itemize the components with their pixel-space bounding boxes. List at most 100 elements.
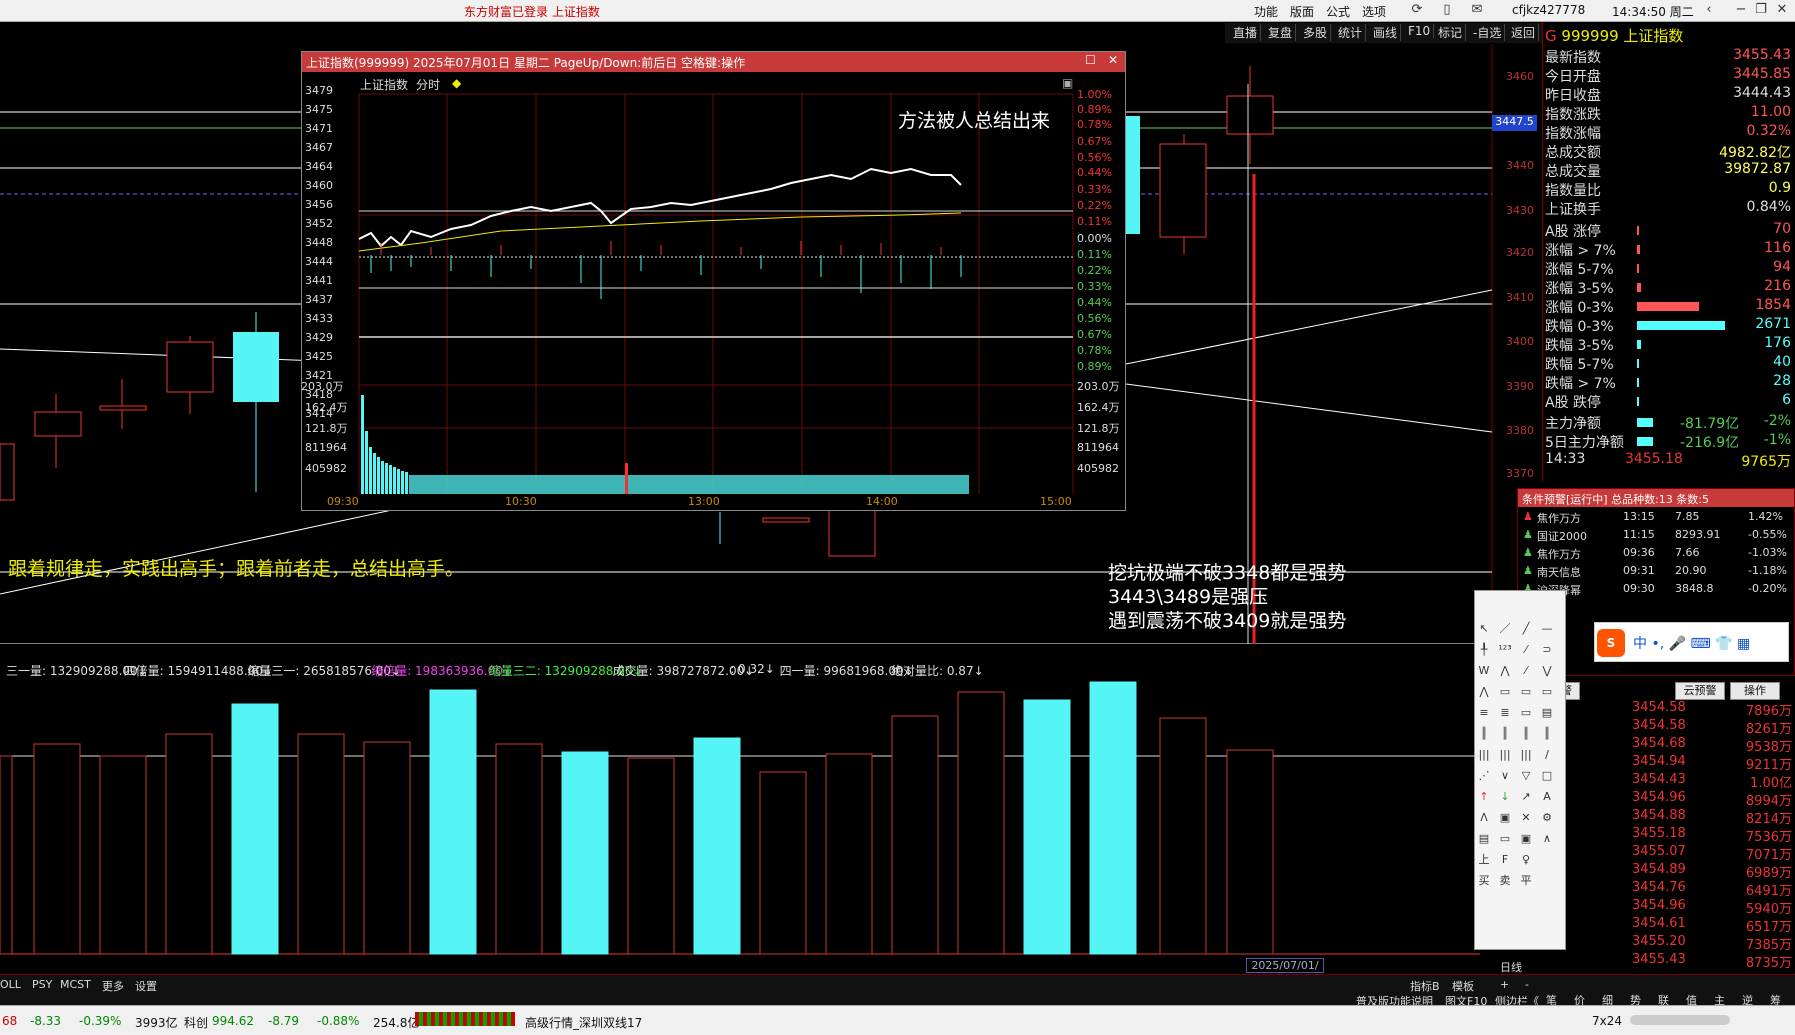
quote-value: 3445.85 xyxy=(1733,66,1791,82)
breadth-bar xyxy=(1637,378,1639,387)
arrow-icon[interactable]: ↗ xyxy=(1518,789,1534,805)
price-range-icon[interactable]: ▭ xyxy=(1518,705,1534,721)
band-icon[interactable]: ║ xyxy=(1539,726,1555,742)
zoom-out-button[interactable]: - xyxy=(1525,978,1529,991)
counter-icon[interactable]: ¹²³ xyxy=(1497,642,1513,658)
flow-label: 主力净额 xyxy=(1545,416,1601,432)
quote-row: 指数涨跌 11.00 xyxy=(1545,104,1793,123)
volume-bar xyxy=(231,703,279,955)
flat-icon[interactable]: 平 xyxy=(1518,873,1534,889)
tick-price: 3454.58 xyxy=(1632,700,1686,715)
tick-vol: 7071万 xyxy=(1745,848,1792,863)
line-icon[interactable]: ／ xyxy=(1497,621,1513,637)
hline-icon[interactable]: — xyxy=(1539,621,1555,637)
sell-icon[interactable]: 卖 xyxy=(1497,873,1513,889)
refresh-icon[interactable]: ⟳ xyxy=(1408,2,1426,18)
arc-icon[interactable]: ⊃ xyxy=(1539,642,1555,658)
ime-toolbar[interactable]: S 中 •, 🎤 ⌨ 👕 ▦ xyxy=(1594,622,1789,662)
box-icon[interactable]: ▭ xyxy=(1518,684,1534,700)
angle2-icon[interactable]: ∧ xyxy=(1539,831,1555,847)
delete-icon[interactable]: ✕ xyxy=(1518,810,1534,826)
menu-function[interactable]: 功能 xyxy=(1254,3,1278,20)
toolbar-f10[interactable]: F10 xyxy=(1405,24,1435,38)
alert-price: 3848.8 xyxy=(1675,582,1714,595)
toolbar-replay[interactable]: 复盘 xyxy=(1265,24,1297,41)
close-icon[interactable]: ✕ xyxy=(1773,2,1791,18)
menu-layout[interactable]: 版面 xyxy=(1290,3,1314,20)
indicator-b-button[interactable]: 指标B xyxy=(1410,978,1440,994)
breadth-row: A股 涨停 70 xyxy=(1545,221,1793,240)
frame-icon[interactable]: ▭ xyxy=(1539,684,1555,700)
peak-icon[interactable]: ⋀ xyxy=(1497,663,1513,679)
toolbar-watchlist[interactable]: -自选 xyxy=(1470,24,1506,41)
quote-value: 11.00 xyxy=(1750,104,1791,120)
channel-icon[interactable]: ≣ xyxy=(1497,705,1513,721)
valley-icon[interactable]: ⋁ xyxy=(1539,663,1555,679)
panel-icon[interactable]: ▣ xyxy=(1497,810,1513,826)
pct-label: 0.33% xyxy=(1077,280,1112,293)
tab-mcst[interactable]: MCST xyxy=(60,978,91,991)
rect-icon[interactable]: ▭ xyxy=(1497,684,1513,700)
alert-name: 国证2000 xyxy=(1537,530,1587,543)
square-icon[interactable]: □ xyxy=(1539,768,1555,784)
minimize-icon[interactable]: − xyxy=(1732,2,1750,18)
y-tick: 3460 xyxy=(1506,70,1534,83)
template-button[interactable]: 模板 xyxy=(1452,978,1474,994)
quote-row: 指数量比 0.9 xyxy=(1545,180,1793,199)
zoom-in-button[interactable]: + xyxy=(1500,978,1509,991)
ime-mode-icon[interactable]: 中 •, 🎤 ⌨ 👕 ▦ xyxy=(1633,633,1750,653)
toolbar-return[interactable]: 返回 xyxy=(1508,24,1540,41)
quote-value: 39872.87 xyxy=(1724,161,1791,177)
last-time: 14:33 xyxy=(1545,451,1586,467)
phone-icon[interactable]: ▯ xyxy=(1438,2,1456,18)
time-icon[interactable]: ||| xyxy=(1497,747,1513,763)
toolbar-mark[interactable]: 标记 xyxy=(1435,24,1467,41)
alert-pct: -1.18% xyxy=(1748,564,1787,577)
tab-psy[interactable]: PSY xyxy=(32,978,52,991)
ime-logo-icon[interactable]: S xyxy=(1597,629,1625,657)
fib-icon[interactable]: ▤ xyxy=(1539,705,1555,721)
operate-button[interactable]: 操作 xyxy=(1730,682,1780,700)
triangle-icon[interactable]: ▽ xyxy=(1518,768,1534,784)
flag-icon[interactable]: F xyxy=(1497,852,1513,868)
alert-price: 7.85 xyxy=(1675,510,1700,523)
vperiod-icon[interactable]: ║ xyxy=(1518,726,1534,742)
down-arrow-icon[interactable]: ↓ xyxy=(1497,789,1513,805)
cloud-alert-button[interactable]: 云预警 xyxy=(1675,682,1725,700)
ray-icon[interactable]: ╱ xyxy=(1518,621,1534,637)
toolbar-draw[interactable]: 画线 xyxy=(1370,24,1402,41)
tick-price: 3454.96 xyxy=(1632,790,1686,805)
rect2-icon[interactable]: ▭ xyxy=(1497,831,1513,847)
back-icon[interactable]: ‹ xyxy=(1700,2,1718,18)
vee-icon[interactable]: ∨ xyxy=(1497,768,1513,784)
settings-icon[interactable]: ⚙ xyxy=(1539,810,1555,826)
fan-icon[interactable]: ∕ xyxy=(1539,747,1555,763)
tick-vol: 7536万 xyxy=(1745,830,1792,845)
blank-icon[interactable] xyxy=(1539,852,1555,868)
text-icon[interactable]: A xyxy=(1539,789,1555,805)
tab-settings[interactable]: 设置 xyxy=(135,978,157,994)
news-scroll[interactable] xyxy=(1630,1015,1730,1025)
period-icon[interactable]: ||| xyxy=(1518,747,1534,763)
toolbar-multi[interactable]: 多股 xyxy=(1300,24,1332,41)
image-icon[interactable]: ▣ xyxy=(1518,831,1534,847)
drop-icon[interactable]: ♀ xyxy=(1518,852,1534,868)
tab-boll[interactable]: OLL xyxy=(0,978,21,991)
segment-icon[interactable]: ⁄ xyxy=(1518,642,1534,658)
axis-label: 3460 xyxy=(305,179,333,192)
menu-options[interactable]: 选项 xyxy=(1362,3,1386,20)
vgrid-icon[interactable]: ║ xyxy=(1497,726,1513,742)
y-tick: 3380 xyxy=(1506,424,1534,437)
tab-more[interactable]: 更多 xyxy=(102,978,124,994)
select-icon[interactable]: ↖ xyxy=(1476,621,1492,637)
mail-icon[interactable]: ✉ xyxy=(1468,2,1486,18)
trend-icon[interactable]: ⁄ xyxy=(1518,663,1534,679)
wave-icon[interactable]: W xyxy=(1476,663,1492,679)
blank2-icon[interactable] xyxy=(1539,873,1555,889)
cross-icon[interactable]: ╀ xyxy=(1476,642,1492,658)
toolbar-stats[interactable]: 统计 xyxy=(1335,24,1367,41)
menu-formula[interactable]: 公式 xyxy=(1326,3,1350,20)
restore-icon[interactable]: ❐ xyxy=(1752,2,1770,18)
breadth-label: 涨幅 > 7% xyxy=(1545,243,1616,259)
toolbar-live[interactable]: 直播 xyxy=(1230,24,1262,41)
